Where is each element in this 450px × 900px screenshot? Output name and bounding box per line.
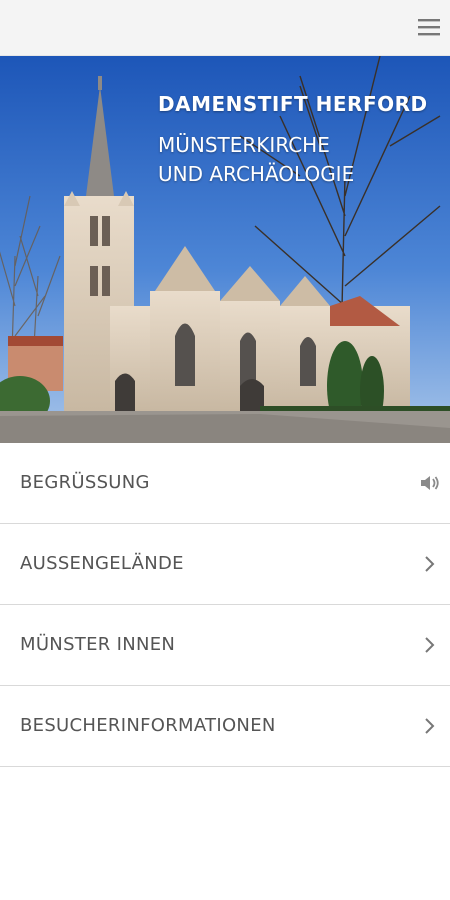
hero-subtitle-line2: UND ARCHÄOLOGIE [158,162,355,186]
hero-subtitle: MÜNSTERKIRCHE UND ARCHÄOLOGIE [158,131,443,189]
menu-item-aussengelaende[interactable]: AUSSENGELÄNDE [0,524,450,605]
menu-item-muenster-innen[interactable]: MÜNSTER INNEN [0,605,450,686]
hero-title: DAMENSTIFT HERFORD [158,92,428,116]
menu-item-besucherinformationen[interactable]: BESUCHERINFORMATIONEN [0,686,450,767]
top-app-bar [0,0,450,56]
chevron-right-icon [420,716,440,736]
chevron-right-icon [420,554,440,574]
menu-item-label: BESUCHERINFORMATIONEN [20,715,276,736]
hero-banner: DAMENSTIFT HERFORD MÜNSTERKIRCHE UND ARC… [0,56,450,443]
menu-item-begruessung[interactable]: BEGRÜSSUNG [0,443,450,524]
menu-item-label: BEGRÜSSUNG [20,472,150,493]
main-menu: BEGRÜSSUNG AUSSENGELÄNDE MÜNSTER INNEN B… [0,443,450,767]
menu-item-label: MÜNSTER INNEN [20,634,176,655]
menu-item-label: AUSSENGELÄNDE [20,553,184,574]
speaker-icon[interactable] [420,473,440,493]
hamburger-menu-icon[interactable] [418,16,440,38]
chevron-right-icon [420,635,440,655]
hero-subtitle-line1: MÜNSTERKIRCHE [158,133,330,157]
